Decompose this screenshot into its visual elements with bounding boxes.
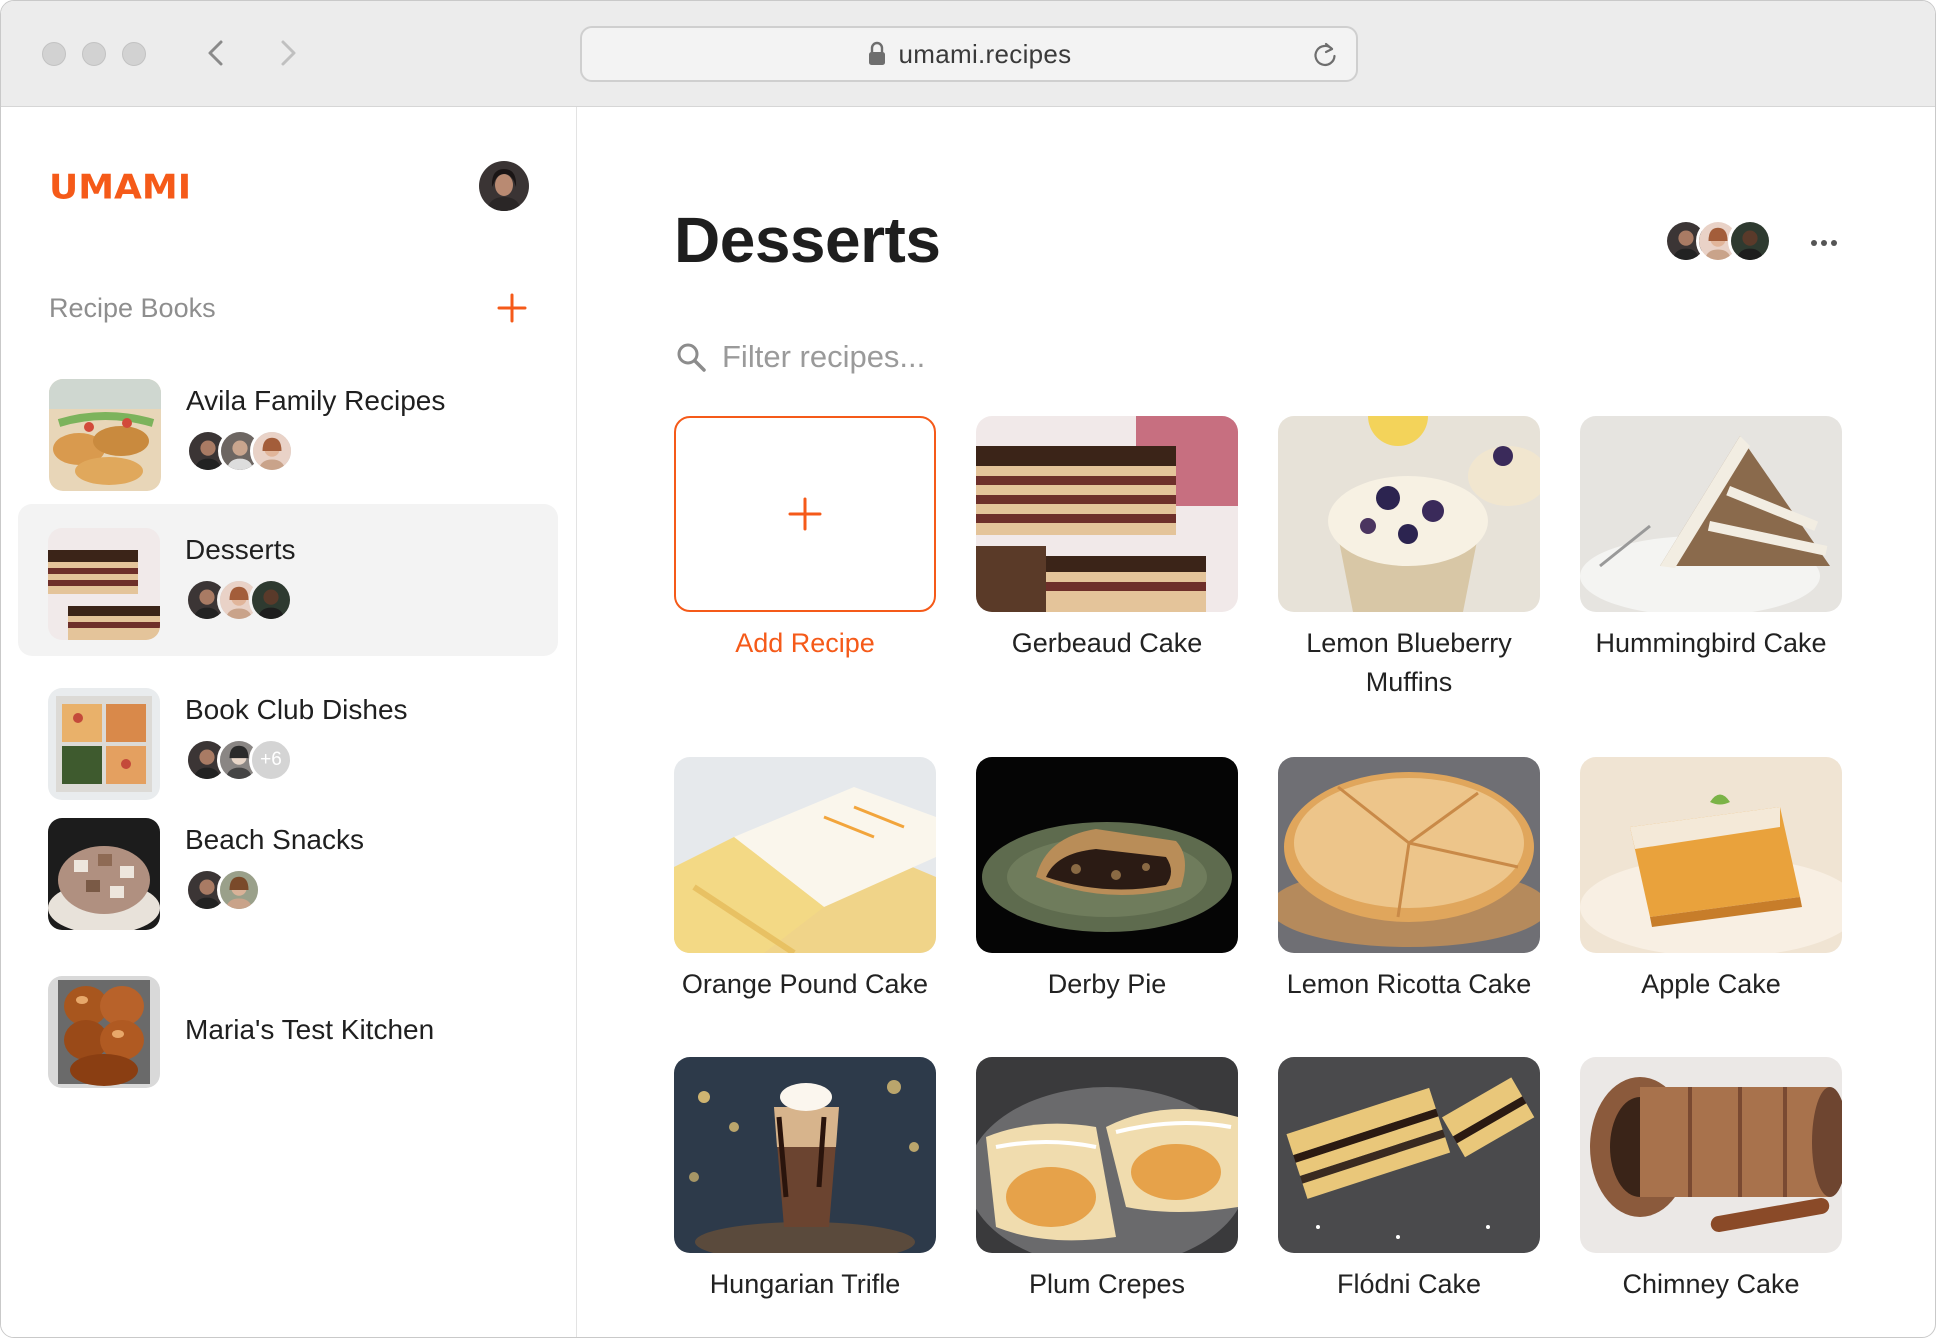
add-recipe-tile[interactable] bbox=[674, 416, 936, 612]
recipe-books-heading: Recipe Books bbox=[49, 293, 216, 323]
chevron-right-icon bbox=[281, 40, 296, 66]
recipe-book-beach-snacks[interactable]: Beach Snacks bbox=[18, 794, 558, 946]
book-name: Avila Family Recipes bbox=[186, 385, 446, 416]
recipe-card[interactable]: Flódni Cake bbox=[1278, 1057, 1540, 1304]
recipe-title: Hummingbird Cake bbox=[1595, 628, 1827, 658]
member-avatar bbox=[250, 429, 294, 473]
recipe-book-avila-family[interactable]: Avila Family Recipes bbox=[19, 355, 559, 507]
recipe-title: Derby Pie bbox=[1047, 969, 1167, 999]
add-recipe-card[interactable]: Add Recipe bbox=[674, 416, 936, 663]
book-thumbnail bbox=[49, 379, 161, 491]
lock-icon bbox=[868, 41, 885, 65]
book-members bbox=[186, 429, 294, 473]
recipe-card[interactable]: Chimney Cake bbox=[1580, 1057, 1842, 1304]
book-thumbnail bbox=[48, 976, 160, 1088]
recipe-image bbox=[1580, 757, 1842, 953]
zoom-window-button[interactable] bbox=[122, 42, 146, 66]
recipe-book-content: Desserts Filter recipes... Add Recipe Ge… bbox=[578, 107, 1935, 1337]
recipe-image bbox=[1580, 1057, 1842, 1253]
add-recipe-label[interactable]: Add Recipe bbox=[674, 624, 936, 663]
add-recipe-book-button[interactable] bbox=[495, 291, 529, 325]
browser-toolbar: umami.recipes bbox=[1, 1, 1935, 107]
recipe-title: Hungarian Trifle bbox=[709, 1269, 901, 1299]
recipe-title: Lemon Ricotta Cake bbox=[1286, 969, 1532, 999]
collaborator-avatar bbox=[1728, 219, 1772, 263]
member-avatar bbox=[249, 578, 293, 622]
address-bar[interactable]: umami.recipes bbox=[580, 26, 1358, 82]
recipe-image bbox=[976, 757, 1238, 953]
book-thumbnail bbox=[48, 688, 160, 800]
book-members bbox=[185, 578, 293, 622]
minimize-window-button[interactable] bbox=[82, 42, 106, 66]
member-avatar bbox=[217, 868, 261, 912]
book-name: Desserts bbox=[185, 534, 296, 565]
filter-placeholder: Filter recipes... bbox=[722, 339, 926, 374]
url-text: umami.recipes bbox=[898, 38, 1072, 69]
more-options-icon[interactable] bbox=[1804, 223, 1844, 263]
book-thumbnail bbox=[48, 818, 160, 930]
umami-logo[interactable]: UMAMI bbox=[49, 168, 191, 207]
recipe-image bbox=[1278, 416, 1540, 612]
book-members: +6 bbox=[185, 738, 293, 782]
close-window-button[interactable] bbox=[42, 42, 66, 66]
recipe-image bbox=[976, 416, 1238, 612]
more-members-badge: +6 bbox=[249, 738, 293, 782]
recipe-title: Plum Crepes bbox=[1028, 1269, 1186, 1299]
recipe-card[interactable]: Lemon Ricotta Cake bbox=[1278, 757, 1540, 1004]
recipe-title: Orange Pound Cake bbox=[681, 969, 929, 999]
book-name: Beach Snacks bbox=[185, 824, 364, 855]
book-name: Maria's Test Kitchen bbox=[185, 1014, 435, 1045]
recipe-card[interactable]: Orange Pound Cake bbox=[674, 757, 936, 1004]
recipe-card[interactable]: Gerbeaud Cake bbox=[976, 416, 1238, 663]
forward-button[interactable] bbox=[268, 33, 308, 73]
recipe-image bbox=[1278, 1057, 1540, 1253]
plus-icon bbox=[788, 497, 822, 531]
search-icon bbox=[677, 343, 706, 372]
recipe-image bbox=[1580, 416, 1842, 612]
recipe-image bbox=[1278, 757, 1540, 953]
collaborators[interactable] bbox=[1664, 219, 1772, 263]
recipe-card[interactable]: Apple Cake bbox=[1580, 757, 1842, 1004]
book-members bbox=[185, 868, 261, 912]
recipe-title: Apple Cake bbox=[1641, 969, 1781, 999]
recipe-card[interactable]: Lemon Blueberry Muffins bbox=[1278, 416, 1540, 702]
page-title: Desserts bbox=[674, 204, 941, 276]
book-name: Book Club Dishes bbox=[185, 694, 408, 725]
book-thumbnail bbox=[48, 528, 160, 640]
recipe-image bbox=[674, 757, 936, 953]
recipe-title: Gerbeaud Cake bbox=[1011, 628, 1203, 658]
recipe-card[interactable]: Plum Crepes bbox=[976, 1057, 1238, 1304]
recipe-image bbox=[674, 1057, 936, 1253]
recipe-title: Lemon Blueberry Muffins bbox=[1306, 628, 1512, 697]
reload-icon[interactable] bbox=[1310, 40, 1340, 70]
recipe-book-marias-test-kitchen[interactable]: Maria's Test Kitchen bbox=[18, 952, 558, 1104]
user-avatar[interactable] bbox=[479, 161, 529, 211]
back-button[interactable] bbox=[196, 33, 236, 73]
recipe-title: Flódni Cake bbox=[1336, 1269, 1482, 1299]
recipe-title: Chimney Cake bbox=[1622, 1269, 1800, 1299]
recipe-card[interactable]: Derby Pie bbox=[976, 757, 1238, 1004]
recipe-card[interactable]: Hungarian Trifle bbox=[674, 1057, 936, 1304]
recipe-card[interactable]: Hummingbird Cake bbox=[1580, 416, 1842, 663]
recipe-image bbox=[976, 1057, 1238, 1253]
recipe-book-desserts[interactable]: Desserts bbox=[18, 504, 558, 656]
filter-recipes-input[interactable]: Filter recipes... bbox=[674, 339, 925, 375]
chevron-left-icon bbox=[208, 40, 223, 66]
